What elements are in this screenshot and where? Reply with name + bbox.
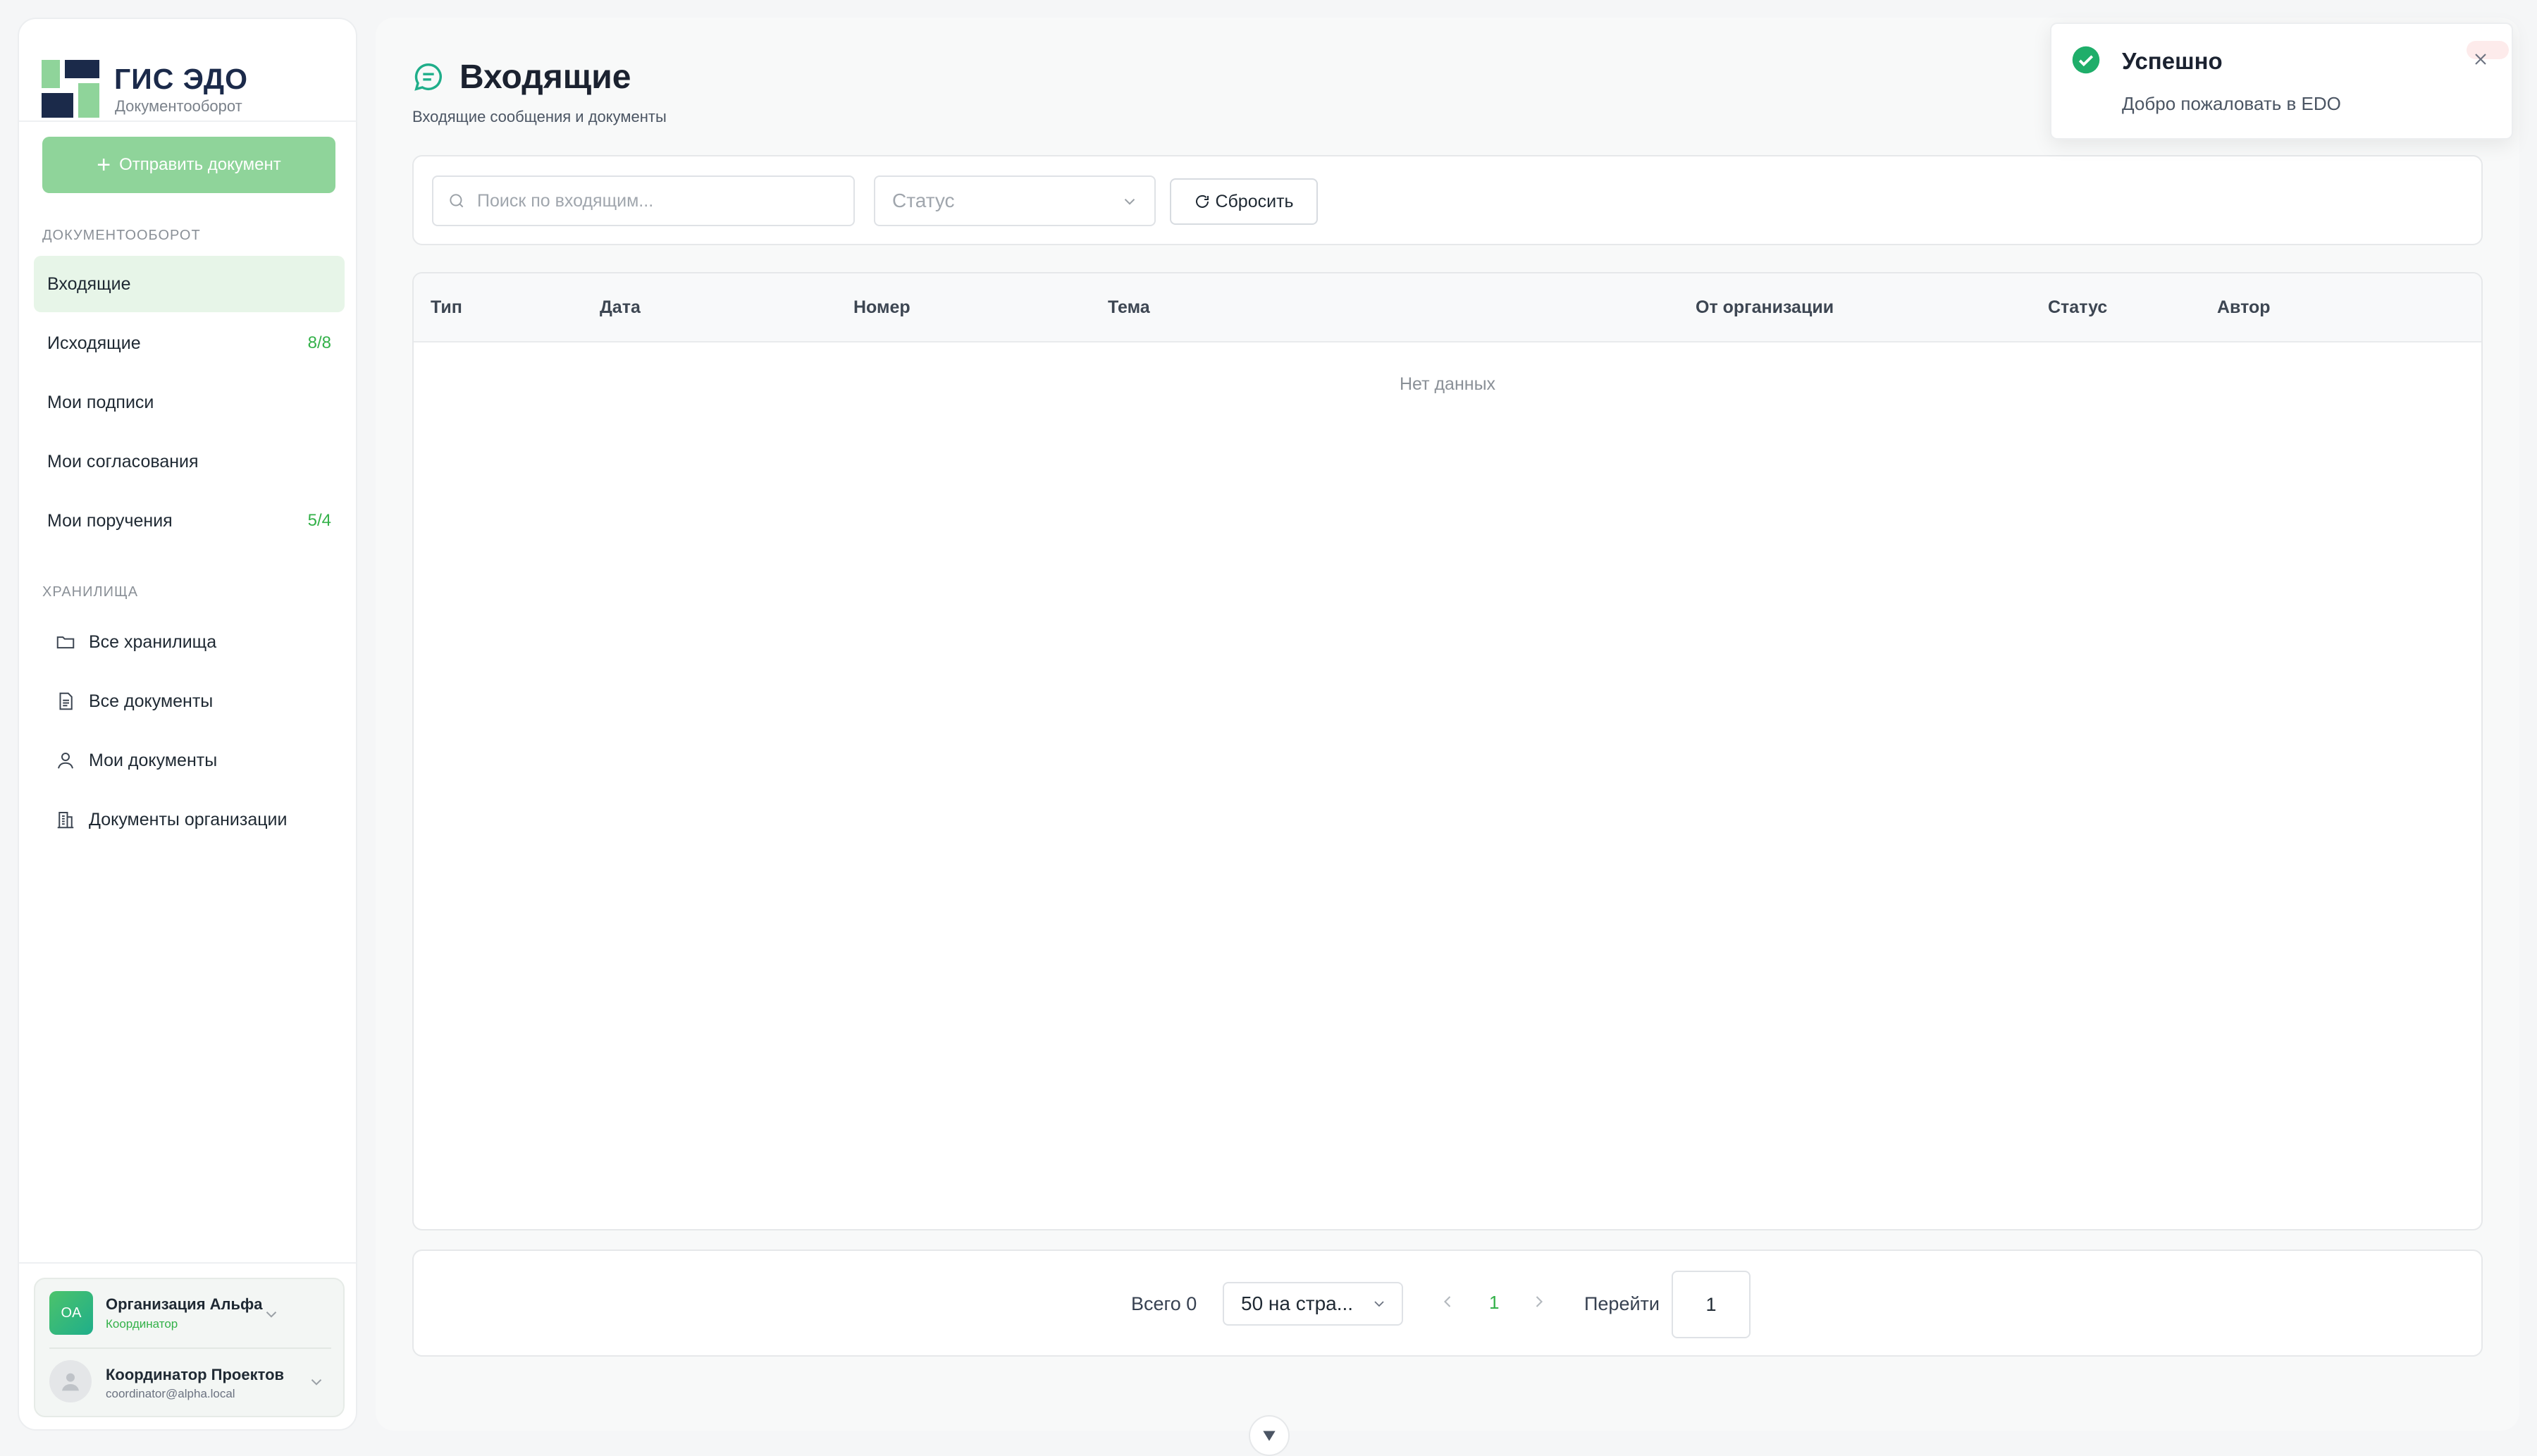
search-placeholder: Поиск по входящим... bbox=[477, 190, 654, 211]
document-icon bbox=[59, 692, 73, 710]
page-number-current[interactable]: 1 bbox=[1489, 1292, 1499, 1314]
folder-icon bbox=[56, 636, 75, 649]
reset-label: Сбросить bbox=[1215, 191, 1294, 211]
sidebar-item-label: Исходящие bbox=[47, 333, 141, 353]
bottom-handle[interactable] bbox=[1249, 1415, 1290, 1456]
app-subtitle: Документооборот bbox=[115, 97, 242, 115]
sidebar-item-incoming[interactable]: Входящие bbox=[34, 256, 345, 312]
building-icon bbox=[57, 812, 74, 829]
column-header-subject[interactable]: Тема bbox=[1108, 297, 1150, 318]
close-icon[interactable] bbox=[2471, 49, 2490, 69]
plus-icon: + bbox=[97, 152, 111, 178]
sidebar-item-my-approvals[interactable]: Мои согласования bbox=[34, 433, 345, 490]
filter-bar: Поиск по входящим... Статус Сбросить bbox=[412, 155, 2483, 245]
user-name: Координатор Проектов bbox=[106, 1366, 285, 1383]
page-subtitle: Входящие сообщения и документы bbox=[412, 108, 667, 125]
toast-title: Успешно bbox=[2122, 48, 2223, 74]
section-title-storage: ХРАНИЛИЩА bbox=[42, 584, 139, 600]
sidebar-item-label: Мои поручения bbox=[47, 510, 173, 531]
table-header: Тип Дата Номер Тема От организации Стату… bbox=[414, 273, 2481, 343]
goto-page-input[interactable]: 1 bbox=[1672, 1271, 1751, 1338]
chevron-down-icon bbox=[1263, 1431, 1276, 1441]
org-name: Организация Альфа bbox=[106, 1295, 263, 1313]
user-icon bbox=[58, 753, 73, 769]
status-select[interactable]: Статус bbox=[874, 175, 1156, 226]
search-icon bbox=[450, 194, 464, 208]
sidebar-item-outgoing[interactable]: Исходящие 8/8 bbox=[34, 315, 345, 371]
org-avatar: OA bbox=[49, 1291, 93, 1335]
app-logo[interactable]: ГИС ЭДО Документооборот bbox=[42, 42, 338, 123]
reset-button[interactable]: Сбросить bbox=[1170, 178, 1318, 225]
incoming-table: Тип Дата Номер Тема От организации Стату… bbox=[412, 272, 2483, 1230]
user-email: coordinator@alpha.local bbox=[106, 1387, 235, 1400]
send-document-button[interactable]: + Отправить документ bbox=[42, 137, 335, 193]
toast-message: Добро пожаловать в EDO bbox=[2122, 93, 2341, 114]
column-header-number[interactable]: Номер bbox=[853, 297, 911, 318]
success-toast: Успешно Добро пожаловать в EDO bbox=[2050, 23, 2513, 140]
goto-label: Перейти bbox=[1584, 1293, 1660, 1314]
page-size-select[interactable]: 50 на стра... bbox=[1223, 1282, 1403, 1326]
sidebar: ГИС ЭДО Документооборот + Отправить доку… bbox=[18, 18, 357, 1431]
next-page-icon[interactable] bbox=[1529, 1292, 1549, 1312]
sidebar-divider bbox=[19, 1262, 356, 1264]
account-card: OA Организация Альфа Координатор Координ… bbox=[34, 1278, 345, 1417]
user-menu[interactable]: Координатор Проектов coordinator@alpha.l… bbox=[49, 1359, 331, 1404]
sidebar-item-label: Документы организации bbox=[89, 809, 288, 829]
sidebar-item-label: Мои документы bbox=[89, 750, 218, 770]
sidebar-divider bbox=[19, 121, 356, 122]
chevron-down-icon bbox=[1124, 199, 1135, 205]
sidebar-item-all-storages[interactable]: Все хранилища bbox=[34, 614, 345, 670]
send-document-label: Отправить документ bbox=[119, 155, 281, 174]
total-count: Всего 0 bbox=[1131, 1293, 1197, 1314]
chevron-down-icon bbox=[311, 1379, 322, 1386]
chevron-down-icon bbox=[1374, 1301, 1384, 1307]
column-header-type[interactable]: Тип bbox=[431, 297, 462, 318]
refresh-icon bbox=[1196, 195, 1209, 208]
pagination: Всего 0 50 на стра... 1 Перейти 1 bbox=[412, 1250, 2483, 1357]
card-divider bbox=[49, 1347, 331, 1349]
empty-state: Нет данных bbox=[1399, 374, 1496, 394]
sidebar-item-label: Все документы bbox=[89, 691, 214, 711]
column-header-status[interactable]: Статус bbox=[2048, 297, 2107, 318]
chevron-down-icon bbox=[266, 1312, 277, 1318]
org-role: Координатор bbox=[106, 1317, 178, 1331]
chat-icon bbox=[414, 63, 442, 91]
sidebar-item-org-documents[interactable]: Документы организации bbox=[34, 791, 345, 848]
page-size-value: 50 на стра... bbox=[1241, 1292, 1354, 1314]
sidebar-item-my-assignments[interactable]: Мои поручения 5/4 bbox=[34, 493, 345, 549]
avatar bbox=[49, 1360, 92, 1402]
sidebar-item-my-documents[interactable]: Мои документы bbox=[34, 732, 345, 789]
column-header-date[interactable]: Дата bbox=[600, 297, 641, 318]
sidebar-item-my-signatures[interactable]: Мои подписи bbox=[34, 374, 345, 431]
logo-mark-icon bbox=[42, 60, 99, 118]
sidebar-item-all-documents[interactable]: Все документы bbox=[34, 673, 345, 729]
sidebar-item-label: Мои согласования bbox=[47, 451, 199, 471]
section-title-docs: ДОКУМЕНТООБОРОТ bbox=[42, 228, 201, 243]
sidebar-item-label: Входящие bbox=[47, 273, 131, 294]
check-circle-icon bbox=[2072, 46, 2100, 74]
prev-page-icon[interactable] bbox=[1438, 1292, 1457, 1312]
org-switcher[interactable]: OA Организация Альфа Координатор bbox=[49, 1291, 331, 1336]
user-icon bbox=[62, 1373, 79, 1391]
search-input[interactable]: Поиск по входящим... bbox=[432, 175, 855, 226]
count-badge: 5/4 bbox=[307, 511, 331, 530]
app-title: ГИС ЭДО bbox=[114, 63, 248, 95]
column-header-from-org[interactable]: От организации bbox=[1696, 297, 1834, 318]
column-header-author[interactable]: Автор bbox=[2217, 297, 2271, 318]
sidebar-item-label: Все хранилища bbox=[89, 631, 217, 652]
sidebar-item-label: Мои подписи bbox=[47, 392, 154, 412]
count-badge: 8/8 bbox=[307, 333, 331, 352]
status-placeholder: Статус bbox=[892, 190, 955, 211]
page-title: Входящие bbox=[459, 58, 631, 96]
